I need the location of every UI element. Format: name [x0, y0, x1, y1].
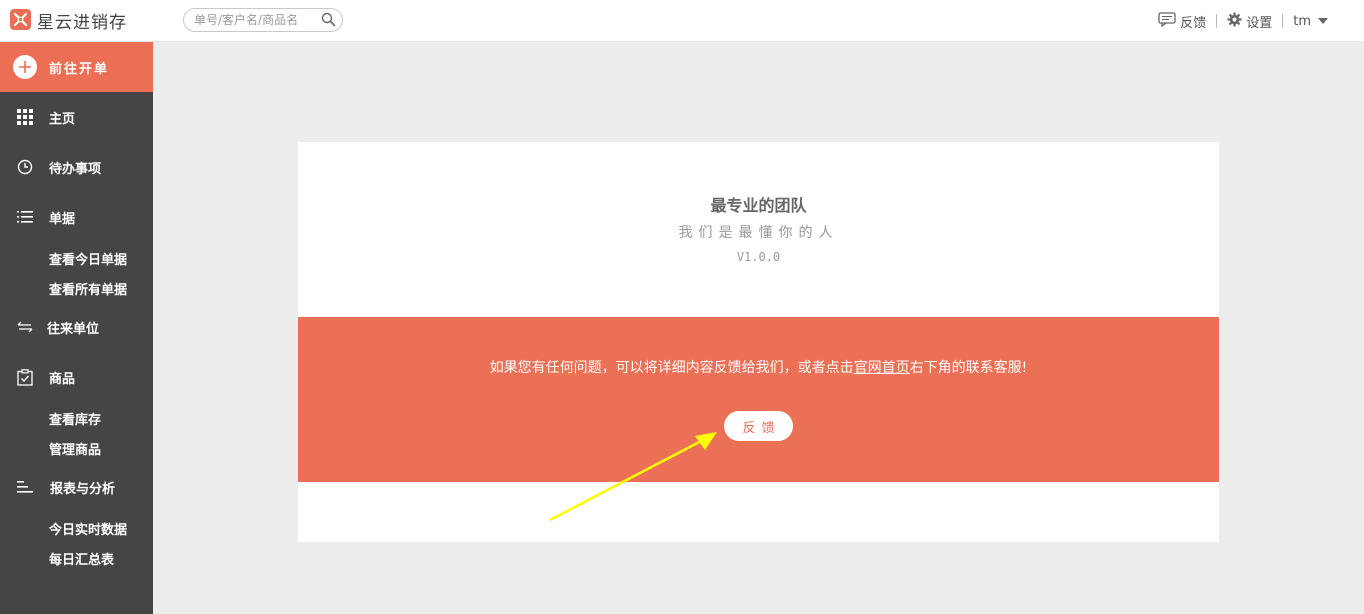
feedback-link[interactable]: 反馈: [1158, 11, 1207, 31]
annotation-arrow-icon: [549, 432, 717, 522]
feedback-banner: 如果您有任何问题，可以将详细内容反馈给我们，或者点击官网首页右下角的联系客服! …: [298, 317, 1219, 482]
clock-icon: [16, 159, 34, 175]
sidebar-subitem-realtime-data[interactable]: 今日实时数据: [49, 519, 127, 538]
sidebar-item-home[interactable]: 主页: [0, 102, 153, 132]
bars-icon: [16, 479, 34, 495]
settings-link[interactable]: 设置: [1227, 11, 1273, 31]
banner-text-after: 右下角的联系客服!: [909, 360, 1028, 376]
top-bar: 星云进销存 反馈: [0, 0, 1364, 42]
feedback-link-label: 反馈: [1180, 15, 1207, 31]
sidebar-item-label: 报表与分析: [50, 481, 116, 497]
sidebar-subitem-all-documents[interactable]: 查看所有单据: [49, 279, 127, 298]
card-subtitle: 我们是最懂你的人: [678, 225, 839, 241]
divider: [1216, 14, 1218, 28]
divider: [1282, 14, 1284, 28]
sidebar-item-label: 单据: [49, 211, 76, 227]
new-order-button[interactable]: 前往开单: [0, 42, 153, 92]
sidebar-subitem-daily-summary[interactable]: 每日汇总表: [49, 549, 114, 568]
sidebar-item-partners[interactable]: 往来单位: [0, 312, 153, 342]
search-input[interactable]: [194, 12, 319, 28]
search-icon[interactable]: [321, 12, 336, 31]
grid-icon: [16, 109, 34, 125]
settings-link-label: 设置: [1246, 15, 1273, 31]
new-order-label: 前往开单: [49, 61, 110, 77]
sidebar-item-products[interactable]: 商品: [0, 362, 153, 392]
user-name: tm: [1293, 13, 1311, 29]
clipboard-check-icon: [16, 368, 34, 386]
version-label: V1.0.0: [736, 250, 781, 264]
official-site-link[interactable]: 官网首页: [854, 360, 910, 376]
app-logo-icon[interactable]: [10, 9, 31, 30]
user-menu[interactable]: tm: [1293, 14, 1328, 29]
sidebar-item-label: 往来单位: [47, 321, 100, 337]
feedback-button[interactable]: 反馈: [724, 411, 793, 441]
card-title: 最专业的团队: [710, 196, 807, 215]
sidebar-item-label: 商品: [49, 371, 76, 387]
sidebar-item-todo[interactable]: 待办事项: [0, 152, 153, 182]
sidebar-item-reports[interactable]: 报表与分析: [0, 472, 153, 502]
caret-down-icon: [1318, 18, 1328, 24]
sidebar-item-label: 待办事项: [49, 161, 102, 177]
top-right-menu: 反馈 设置 tm: [1158, 11, 1328, 31]
list-icon: [16, 209, 34, 225]
exchange-icon: [16, 319, 34, 335]
banner-message: 如果您有任何问题，可以将详细内容反馈给我们，或者点击官网首页右下角的联系客服!: [298, 357, 1219, 377]
banner-text-before: 如果您有任何问题，可以将详细内容反馈给我们，或者点击: [489, 360, 854, 376]
sidebar-item-documents[interactable]: 单据: [0, 202, 153, 232]
sidebar-item-label: 主页: [49, 111, 76, 127]
app-name[interactable]: 星云进销存: [37, 8, 127, 33]
sidebar-subitem-today-documents[interactable]: 查看今日单据: [49, 249, 127, 268]
feedback-card: 最专业的团队 我们是最懂你的人 V1.0.0 如果您有任何问题，可以将详细内容反…: [298, 142, 1219, 542]
sidebar: 前往开单 主页 待办事项 单据 查看今日单据 查看所有单据 往来单位 商品 查看…: [0, 42, 153, 614]
plus-icon: [13, 55, 37, 79]
sidebar-subitem-inventory[interactable]: 查看库存: [49, 409, 101, 428]
sidebar-subitem-manage-products[interactable]: 管理商品: [49, 439, 101, 458]
search-box[interactable]: [183, 8, 343, 32]
gear-icon: [1227, 11, 1242, 31]
message-icon: [1158, 11, 1176, 31]
